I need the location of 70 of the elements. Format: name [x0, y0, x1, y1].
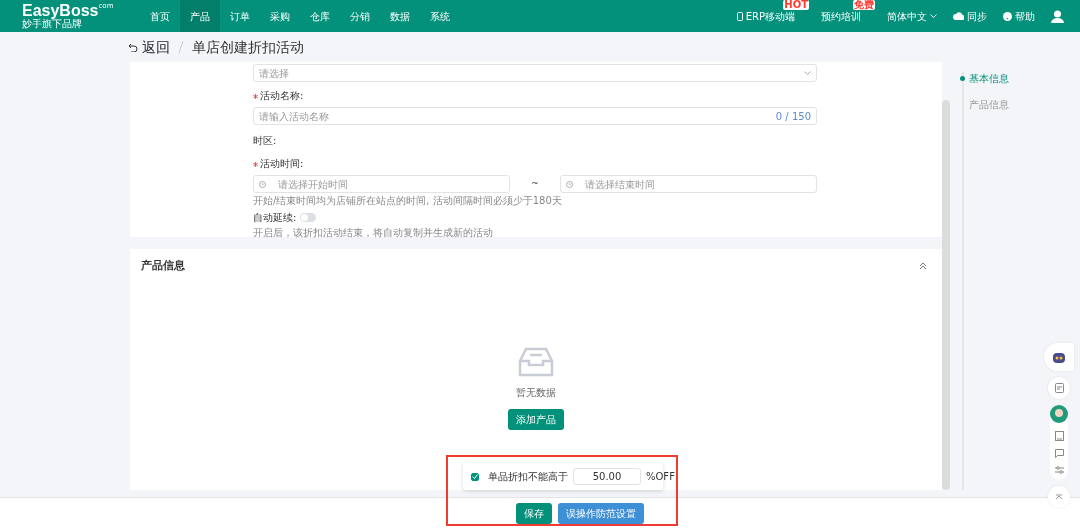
field-label: 活动名称: [260, 89, 304, 103]
range-separator: ~ [530, 177, 540, 191]
hint-text: 开启后，该折扣活动结束，将自动复制并生成新的活动 [253, 226, 494, 240]
logo[interactable]: EasyBoss [22, 2, 99, 19]
chevron-down-icon [804, 70, 811, 76]
collapse-icon[interactable] [919, 262, 927, 271]
help-icon [1003, 11, 1012, 21]
active-dot [960, 75, 965, 81]
help-book-icon[interactable] [1054, 431, 1064, 441]
back-link[interactable]: 返回 [142, 36, 170, 58]
nav-tab[interactable]: 订单 [220, 0, 260, 32]
placeholder-text: 请输入活动名称 [259, 109, 329, 124]
anchor-link[interactable]: 基本信息 [969, 70, 1009, 86]
cloud-icon [953, 12, 964, 20]
logo-tagline: 妙手旗下品牌 [22, 19, 82, 29]
anchor-link[interactable]: 产品信息 [969, 96, 1009, 112]
clock-icon [259, 180, 266, 188]
nav-tab[interactable]: 首页 [140, 0, 180, 32]
tool-button[interactable] [1048, 377, 1070, 399]
field-label: 自动延续: [253, 211, 297, 225]
name-input[interactable]: 请输入活动名称 0 / 150 [253, 107, 817, 125]
check-icon [472, 474, 478, 479]
robot-icon [1052, 351, 1066, 363]
header-link[interactable]: 帮助 [1015, 8, 1035, 24]
add-product-button[interactable]: 添加产品 [508, 408, 564, 430]
language-menu[interactable]: 简体中文 [887, 8, 927, 24]
settings-button[interactable]: 误操作防范设置 [558, 503, 644, 524]
discount-input[interactable]: 50.00 [573, 468, 641, 485]
date-field[interactable]: 请选择开始时间 [253, 175, 510, 193]
badge-label: HOT [783, 0, 809, 10]
nav-tab[interactable]: 系统 [420, 0, 460, 32]
empty-message: 暂无数据 [516, 385, 556, 400]
nav-tab[interactable]: 采购 [260, 0, 300, 32]
avatar-icon[interactable] [1050, 405, 1068, 423]
settings-icon[interactable] [1054, 466, 1064, 474]
select-field[interactable]: 请选择 [253, 64, 817, 82]
chevron-up-icon [1055, 494, 1063, 500]
nav-tab[interactable]: 产品 [180, 0, 220, 32]
field-label: 时区: [253, 134, 277, 148]
placeholder-text: 请选择 [259, 66, 290, 81]
page-title: 单店创建折扣活动 [192, 37, 304, 57]
date-field[interactable]: 请选择结束时间 [560, 175, 817, 193]
placeholder-text: 请选择开始时间 [278, 177, 348, 192]
checkbox[interactable] [471, 472, 479, 481]
phone-icon [736, 11, 743, 21]
header-link[interactable]: 同步 [967, 8, 987, 24]
checkbox-label: 单品折扣不能高于 [488, 470, 568, 484]
scrollbar[interactable] [942, 100, 950, 490]
badge-label: 免费 [853, 0, 875, 10]
comment-icon[interactable] [1054, 449, 1064, 458]
document-icon [1054, 383, 1064, 393]
nav-tab[interactable]: 分销 [340, 0, 380, 32]
assistant-button[interactable] [1044, 343, 1074, 371]
nav-tab[interactable]: 数据 [380, 0, 420, 32]
hint-text: 开始/结束时间均为店铺所在站点的时间, 活动间隔时间必须少于180天 [253, 194, 563, 208]
chevron-down-icon[interactable] [930, 13, 937, 19]
empty-inbox-icon [518, 346, 554, 377]
nav-tab[interactable]: 仓库 [300, 0, 340, 32]
unit-label: %OFF [646, 470, 675, 484]
section-title: 产品信息 [141, 258, 185, 274]
breadcrumb-separator [178, 40, 184, 54]
toggle-switch[interactable] [300, 213, 317, 222]
placeholder-text: 请选择结束时间 [585, 177, 655, 192]
field-label: 活动时间: [260, 157, 304, 171]
header-link[interactable]: ERP移动端 [745, 8, 795, 24]
clock-icon [566, 180, 573, 188]
user-icon[interactable] [1051, 9, 1064, 23]
back-icon[interactable] [128, 42, 138, 52]
save-button[interactable]: 保存 [516, 503, 552, 524]
char-counter: 0 / 150 [775, 109, 811, 124]
